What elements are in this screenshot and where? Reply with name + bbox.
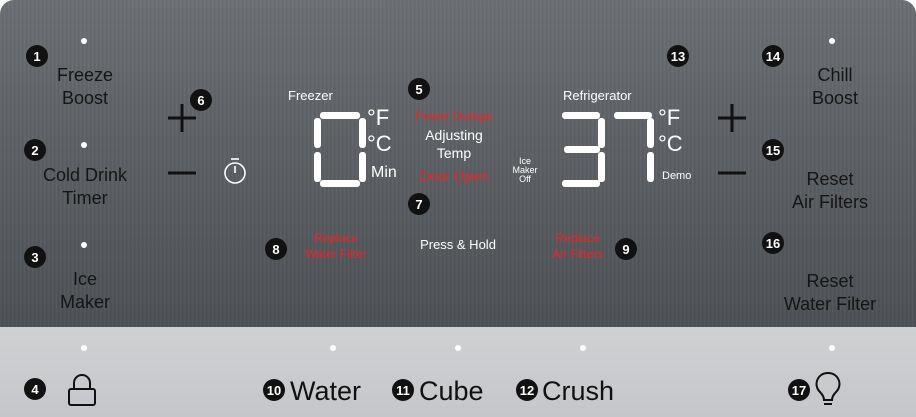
badge-16: 16 — [762, 232, 784, 254]
badge-7: 7 — [408, 193, 430, 215]
badge-9: 9 — [615, 238, 637, 260]
freezer-unit-f: °F — [367, 105, 390, 130]
replace-water-filter-line1: Replace — [313, 231, 359, 245]
freezer-label: Freezer — [288, 88, 333, 103]
replace-water-filter-indicator: Replace Water Filter — [290, 230, 382, 262]
freeze-boost-button[interactable]: Freeze Boost — [30, 64, 140, 110]
badge-13: 13 — [667, 45, 689, 67]
stopwatch-icon — [224, 158, 246, 184]
badge-2: 2 — [24, 139, 46, 161]
reset-water-filter-line2: Water Filter — [783, 294, 877, 314]
cube-button[interactable]: Cube — [419, 376, 484, 407]
ice-maker-line1: Ice — [72, 269, 97, 289]
badge-15: 15 — [762, 139, 784, 161]
freeze-boost-line2: Boost — [61, 88, 109, 108]
minus-icon[interactable] — [166, 171, 198, 175]
chill-boost-button[interactable]: Chill Boost — [785, 64, 885, 110]
ice-maker-line2: Maker — [59, 292, 110, 312]
refrigerator-unit-c: °C — [658, 131, 683, 156]
crush-indicator — [580, 345, 586, 351]
replace-water-filter-line2: Water Filter — [305, 247, 367, 261]
minus-icon[interactable] — [716, 171, 748, 175]
refrigerator-label: Refrigerator — [563, 88, 632, 103]
lock-icon[interactable] — [67, 373, 97, 407]
badge-3: 3 — [24, 246, 46, 268]
freezer-min: Min — [371, 164, 397, 181]
ice-maker-off-line3: Off — [519, 174, 531, 184]
chill-boost-line2: Boost — [811, 88, 859, 108]
freezer-unit-c: °C — [367, 131, 392, 156]
reset-water-filter-button[interactable]: Reset Water Filter — [760, 270, 900, 316]
cold-drink-timer-line2: Timer — [62, 188, 108, 208]
badge-17: 17 — [788, 379, 810, 401]
ice-maker-button[interactable]: Ice Maker — [40, 268, 130, 314]
badge-6: 6 — [190, 89, 212, 111]
reset-air-filters-line1: Reset — [806, 169, 854, 189]
lock-indicator — [81, 345, 87, 351]
badge-12: 12 — [516, 379, 538, 401]
reset-air-filters-line2: Air Filters — [792, 192, 868, 212]
badge-8: 8 — [265, 238, 287, 260]
badge-11: 11 — [392, 379, 414, 401]
demo-indicator: Demo — [662, 170, 692, 182]
ice-maker-off-indicator: Ice Maker Off — [510, 157, 540, 184]
lightbulb-icon[interactable] — [815, 371, 841, 407]
ice-maker-indicator — [81, 242, 87, 248]
refrigerator-unit-f: °F — [658, 105, 681, 130]
door-open-indicator: Door Open — [419, 168, 489, 184]
crush-button[interactable]: Crush — [542, 376, 614, 407]
cold-drink-timer-line1: Cold Drink — [42, 165, 128, 185]
plus-icon[interactable] — [716, 102, 748, 134]
badge-10: 10 — [263, 379, 285, 401]
badge-5: 5 — [408, 78, 430, 100]
cube-indicator — [455, 345, 461, 351]
reset-air-filters-button[interactable]: Reset Air Filters — [770, 168, 890, 214]
chill-boost-indicator — [829, 38, 835, 44]
replace-air-filters-line1: Replace — [555, 231, 601, 245]
adjusting-temp-line2: Temp — [436, 145, 472, 161]
replace-air-filters-indicator: Replace Air Filters — [538, 230, 618, 262]
control-panel: 1 Freeze Boost 2 Cold Drink Timer 3 Ice … — [0, 0, 916, 417]
light-indicator — [829, 345, 835, 351]
freezer-temp-digit — [314, 112, 366, 187]
refrigerator-temp-digits — [562, 112, 654, 187]
water-button[interactable]: Water — [290, 376, 361, 407]
cold-drink-timer-button[interactable]: Cold Drink Timer — [22, 164, 148, 210]
freeze-boost-indicator — [81, 38, 87, 44]
cold-drink-timer-indicator — [81, 142, 87, 148]
chill-boost-line1: Chill — [817, 65, 853, 85]
press-hold-label: Press & Hold — [420, 237, 496, 252]
badge-4: 4 — [24, 378, 46, 400]
badge-14: 14 — [762, 45, 784, 67]
power-outage-indicator: Power Outage — [415, 109, 493, 123]
water-indicator — [330, 345, 336, 351]
freeze-boost-line1: Freeze — [56, 65, 114, 85]
replace-air-filters-line2: Air Filters — [552, 247, 604, 261]
reset-water-filter-line1: Reset — [806, 271, 854, 291]
adjusting-temp-line1: Adjusting — [425, 127, 483, 143]
